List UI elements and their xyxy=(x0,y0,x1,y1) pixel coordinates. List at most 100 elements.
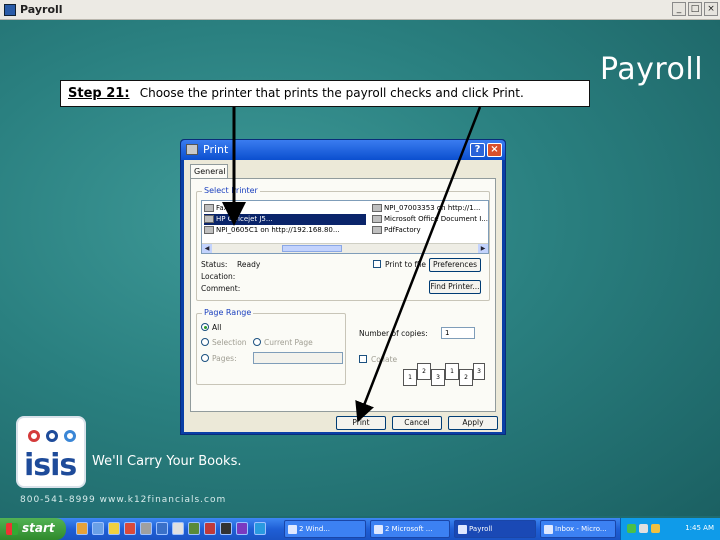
print-to-file-checkbox[interactable] xyxy=(373,260,381,268)
taskbar: start 2 Wind... 2 Microsoft ... Payroll … xyxy=(0,518,720,540)
printer-list[interactable]: Fax HP Officejet J5... NPI_0605C1 on htt… xyxy=(201,200,489,254)
logo-text: isis xyxy=(24,448,77,483)
printer-item[interactable]: NPI_0605C1 on http://192.168.80... xyxy=(204,225,354,236)
task-icon xyxy=(544,525,553,534)
logo-dot-icon xyxy=(64,430,76,442)
print-dialog-body: General Select Printer Fax HP Officejet … xyxy=(184,160,502,432)
printer-icon xyxy=(204,226,214,234)
task-icon xyxy=(374,525,383,534)
scroll-left-icon[interactable]: ◀ xyxy=(202,244,212,253)
find-printer-button[interactable]: Find Printer... xyxy=(429,280,481,294)
pages-radio[interactable] xyxy=(201,354,209,362)
system-tray: 1:45 AM xyxy=(620,518,720,540)
task-icon xyxy=(458,525,467,534)
quicklaunch-icon[interactable] xyxy=(236,522,248,535)
printer-list-scrollbar[interactable]: ◀ ▶ xyxy=(202,243,488,253)
quicklaunch-icon[interactable] xyxy=(124,522,136,535)
printer-icon xyxy=(372,204,382,212)
pages-label: Pages: xyxy=(212,354,237,363)
collate-page-icon: 1 xyxy=(403,369,417,386)
print-dialog-title: Print xyxy=(203,143,229,156)
printer-item[interactable]: NPI_07003353 on http://1... xyxy=(372,203,488,214)
tray-icon[interactable] xyxy=(639,524,648,533)
printer-icon xyxy=(372,226,382,234)
cancel-button[interactable]: Cancel xyxy=(392,416,442,430)
tray-icon[interactable] xyxy=(627,524,636,533)
copies-input[interactable]: 1 xyxy=(441,327,475,339)
quicklaunch-icon[interactable] xyxy=(254,522,266,535)
quicklaunch-icon[interactable] xyxy=(140,522,152,535)
taskbar-task[interactable]: Inbox - Micro... xyxy=(540,520,616,538)
quicklaunch-icon[interactable] xyxy=(220,522,232,535)
quicklaunch-icon[interactable] xyxy=(172,522,184,535)
maximize-button[interactable]: □ xyxy=(688,2,702,16)
comment-label: Comment: xyxy=(201,284,241,293)
printer-item[interactable]: PdfFactory xyxy=(372,225,488,236)
select-printer-label: Select Printer xyxy=(202,186,260,195)
print-dialog: Print ? × General Select Printer Fax HP … xyxy=(180,139,506,435)
step-text: Choose the printer that prints the payro… xyxy=(139,86,524,100)
taskbar-task[interactable]: 2 Wind... xyxy=(284,520,366,538)
printer-item-selected[interactable]: HP Officejet J5... xyxy=(204,214,366,225)
quicklaunch-icon[interactable] xyxy=(188,522,200,535)
print-button[interactable]: Print xyxy=(336,416,386,430)
quicklaunch-icon[interactable] xyxy=(92,522,104,535)
step-instruction: Step 21: Choose the printer that prints … xyxy=(60,80,590,107)
page-range-group: Page Range All Selection Current Page Pa… xyxy=(196,308,346,385)
general-tab-panel: Select Printer Fax HP Officejet J5... NP… xyxy=(190,178,496,412)
printer-item[interactable]: Fax xyxy=(204,203,354,214)
preferences-button[interactable]: Preferences xyxy=(429,258,481,272)
print-to-file-label: Print to file xyxy=(385,260,426,269)
task-icon xyxy=(288,525,297,534)
tray-icon[interactable] xyxy=(651,524,660,533)
selection-label: Selection xyxy=(212,338,247,347)
windows-flag-icon xyxy=(6,523,18,535)
printer-item[interactable]: Microsoft Office Document I... xyxy=(372,214,488,225)
slide-title: Payroll xyxy=(600,52,704,87)
collate-page-icon: 3 xyxy=(431,369,445,386)
scrollbar-thumb[interactable] xyxy=(282,245,342,252)
logo-dot-icon xyxy=(28,430,40,442)
quicklaunch-icon[interactable] xyxy=(76,522,88,535)
current-page-label: Current Page xyxy=(264,338,313,347)
collate-checkbox[interactable] xyxy=(359,355,367,363)
status-label: Status: xyxy=(201,260,228,269)
all-radio[interactable] xyxy=(201,323,209,331)
app-icon xyxy=(4,4,16,16)
location-label: Location: xyxy=(201,272,236,281)
taskbar-task-active[interactable]: Payroll xyxy=(454,520,536,538)
start-button[interactable]: start xyxy=(0,518,66,540)
copies-label: Number of copies: xyxy=(359,329,428,338)
scroll-right-icon[interactable]: ▶ xyxy=(478,244,488,253)
tab-general[interactable]: General xyxy=(190,164,228,179)
pages-input[interactable] xyxy=(253,352,343,364)
step-label: Step 21: xyxy=(68,86,130,101)
isis-logo: isis xyxy=(16,416,86,488)
close-window-button[interactable]: × xyxy=(704,2,718,16)
collate-label: Collate xyxy=(371,355,398,364)
status-value: Ready xyxy=(237,260,261,269)
help-button[interactable]: ? xyxy=(470,143,485,157)
printer-icon xyxy=(204,215,214,223)
taskbar-task[interactable]: 2 Microsoft ... xyxy=(370,520,450,538)
selection-radio[interactable] xyxy=(201,338,209,346)
print-dialog-title-bar: Print ? × xyxy=(181,140,505,160)
quicklaunch-icon[interactable] xyxy=(108,522,120,535)
dialog-close-button[interactable]: × xyxy=(487,143,502,157)
collate-page-icon: 1 xyxy=(445,363,459,380)
quicklaunch-icon[interactable] xyxy=(156,522,168,535)
page-range-label: Page Range xyxy=(202,308,254,317)
collate-page-icon: 2 xyxy=(459,369,473,386)
apply-button[interactable]: Apply xyxy=(448,416,498,430)
minimize-button[interactable]: _ xyxy=(672,2,686,16)
clock: 1:45 AM xyxy=(685,524,714,532)
collate-page-icon: 3 xyxy=(473,363,485,380)
printer-icon xyxy=(372,215,382,223)
all-label: All xyxy=(212,323,222,332)
window-title-bar: Payroll _ □ × xyxy=(0,0,720,20)
select-printer-group: Select Printer Fax HP Officejet J5... NP… xyxy=(196,186,490,301)
logo-dot-icon xyxy=(46,430,58,442)
current-page-radio[interactable] xyxy=(253,338,261,346)
quicklaunch-icon[interactable] xyxy=(204,522,216,535)
tagline: We'll Carry Your Books. xyxy=(92,454,242,469)
